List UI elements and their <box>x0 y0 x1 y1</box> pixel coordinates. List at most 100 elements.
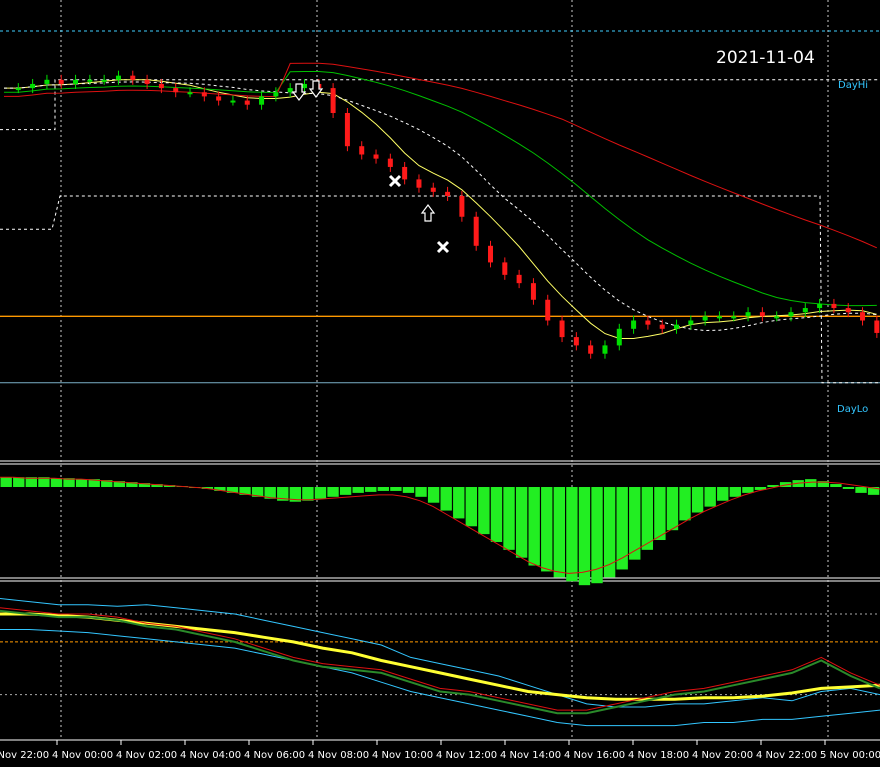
candle-body <box>216 96 222 101</box>
candle-body <box>259 96 265 105</box>
macd-histogram-bar <box>666 487 679 531</box>
macd-histogram-bar <box>842 487 855 489</box>
candle-body <box>73 79 79 84</box>
candle-body <box>802 308 808 313</box>
candle-body <box>330 88 336 113</box>
candle-body <box>745 312 751 317</box>
candle-body <box>588 345 594 354</box>
macd-histogram-bar <box>704 487 716 507</box>
macd-histogram-bar <box>13 477 25 487</box>
macd-histogram-bar <box>415 487 427 497</box>
date-stamp: 2021-11-04 <box>716 48 815 68</box>
day-hi-label: DayHi <box>838 80 868 91</box>
candle-body <box>87 79 93 82</box>
macd-histogram-bar <box>427 487 440 503</box>
candle-body <box>573 337 579 346</box>
chart-canvas[interactable]: 4 Nov 22:004 Nov 00:004 Nov 02:004 Nov 0… <box>0 0 880 763</box>
candle-body <box>631 320 637 329</box>
candle-body <box>44 79 50 84</box>
macd-histogram-bar <box>566 487 578 582</box>
time-tick-label: 4 Nov 06:00 <box>244 750 305 761</box>
macd-histogram-bar <box>603 487 616 578</box>
candle-body <box>688 320 694 325</box>
candle-body <box>616 328 622 346</box>
candle-body <box>30 83 36 89</box>
macd-histogram-bar <box>402 487 415 493</box>
candle-body <box>716 316 722 319</box>
macd-histogram-bar <box>553 487 566 578</box>
macd-histogram-bar <box>327 487 339 497</box>
chart-background <box>0 0 880 763</box>
candle-body <box>788 312 794 317</box>
candle-body <box>774 316 780 319</box>
candle-body <box>860 312 866 321</box>
time-tick-label: 4 Nov 14:00 <box>500 750 561 761</box>
macd-histogram-bar <box>390 487 402 491</box>
candle-body <box>387 158 393 167</box>
macd-histogram-bar <box>528 487 540 566</box>
candle-body <box>759 312 765 317</box>
macd-histogram-bar <box>50 478 63 487</box>
macd-histogram-bar <box>729 487 742 497</box>
time-tick-label: 5 Nov 00:00 <box>820 750 880 761</box>
time-tick-label: 4 Nov 20:00 <box>692 750 753 761</box>
candle-body <box>359 146 365 155</box>
candle-body <box>602 345 608 354</box>
macd-histogram-bar <box>855 487 867 493</box>
candle-body <box>301 83 307 89</box>
day-lo-label: DayLo <box>837 404 868 415</box>
candle-body <box>874 320 880 333</box>
candle-body <box>373 154 379 159</box>
time-tick-label: 4 Nov 16:00 <box>564 750 625 761</box>
macd-histogram-bar <box>717 487 729 501</box>
macd-histogram-bar <box>805 479 817 487</box>
candle-body <box>144 79 150 84</box>
candle-body <box>173 88 179 93</box>
time-tick-label: 4 Nov 12:00 <box>436 750 497 761</box>
candle-body <box>344 113 350 147</box>
candle-body <box>187 92 193 95</box>
macd-histogram-bar <box>352 487 364 493</box>
macd-histogram-bar <box>365 487 377 492</box>
candle-body <box>402 166 408 180</box>
macd-histogram-bar <box>541 487 553 572</box>
macd-histogram-bar <box>641 487 654 550</box>
trading-chart[interactable]: 4 Nov 22:004 Nov 00:004 Nov 02:004 Nov 0… <box>0 0 880 763</box>
candle-body <box>659 324 665 329</box>
macd-histogram-bar <box>339 487 352 495</box>
candle-body <box>502 262 508 275</box>
macd-histogram-bar <box>478 487 490 535</box>
time-tick-label: 4 Nov 10:00 <box>372 750 433 761</box>
candle-body <box>817 303 823 309</box>
macd-histogram-bar <box>75 479 88 487</box>
macd-histogram-bar <box>302 487 314 501</box>
candle-body <box>58 79 64 84</box>
candle-body <box>287 88 293 93</box>
candle-body <box>430 187 436 192</box>
macd-histogram-bar <box>515 487 528 558</box>
candle-body <box>244 100 250 105</box>
time-tick-label: 4 Nov 22:00 <box>756 750 817 761</box>
macd-histogram-bar <box>503 487 515 550</box>
macd-histogram-bar <box>465 487 478 527</box>
macd-histogram-bar <box>453 487 465 519</box>
candle-body <box>115 75 121 80</box>
macd-histogram-bar <box>742 487 754 493</box>
candle-body <box>845 308 851 313</box>
time-tick-label: 4 Nov 00:00 <box>52 750 113 761</box>
candle-body <box>101 79 107 82</box>
macd-histogram-bar <box>691 487 704 513</box>
macd-histogram-bar <box>830 484 842 487</box>
candle-body <box>15 88 21 91</box>
time-tick-label: 4 Nov 18:00 <box>628 750 689 761</box>
macd-histogram-bar <box>377 487 390 491</box>
macd-histogram-bar <box>490 487 503 542</box>
candle-body <box>559 320 565 338</box>
macd-histogram-bar <box>654 487 666 541</box>
candle-body <box>545 299 551 321</box>
candle-body <box>731 316 737 319</box>
candle-body <box>530 283 536 300</box>
time-tick-label: 4 Nov 02:00 <box>116 750 177 761</box>
candle-body <box>201 92 207 97</box>
time-tick-label: 4 Nov 22:00 <box>0 750 49 761</box>
